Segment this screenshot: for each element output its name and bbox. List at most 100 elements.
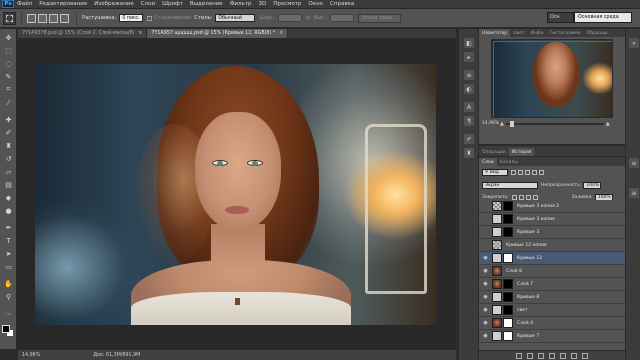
filter-adjustment-icon[interactable] (518, 169, 523, 175)
style-select[interactable]: Обычный (215, 14, 256, 22)
eye-icon[interactable]: ◉ (482, 281, 489, 288)
new-selection-icon[interactable] (27, 13, 36, 23)
layer-mask-thumbnail[interactable] (503, 227, 513, 237)
layer-mask-thumbnail[interactable] (503, 253, 513, 263)
menu-filter[interactable]: Фильтр (230, 1, 252, 7)
layer-row[interactable]: ◉ свет (479, 304, 625, 317)
layer-mask-thumbnail[interactable] (503, 214, 513, 224)
eye-icon[interactable]: ◉ (482, 320, 489, 327)
zoom-readout[interactable]: 14,96% (19, 353, 43, 358)
layer-row[interactable]: ◉ Слой 8 (479, 265, 625, 278)
history-panel-icon[interactable]: ◧ (464, 38, 474, 48)
zoom-out-icon[interactable]: ▲ (500, 121, 504, 127)
lock-pixels-icon[interactable] (518, 194, 524, 200)
layer-mask-thumbnail[interactable] (503, 318, 513, 328)
pen-icon[interactable]: ✒ (4, 223, 13, 232)
tab-document-2[interactable]: 7Y1A957 щщщщ.psd @ 15% (Кривые 12, RGB/8… (147, 29, 289, 38)
stamp-icon[interactable]: ♜ (4, 141, 13, 150)
zoom-slider-knob[interactable] (509, 120, 514, 127)
navigator-view-box[interactable] (493, 41, 612, 117)
panel-menu-icon[interactable]: ≡ (629, 158, 639, 168)
tab-navigator[interactable]: Навигатор (479, 29, 511, 37)
menu-edit[interactable]: Редактирование (39, 1, 87, 7)
tab-histogram[interactable]: Гистограмма (547, 29, 584, 37)
move-icon[interactable]: ✥ (4, 33, 13, 42)
layer-row[interactable]: ◉ Слой 7 (479, 278, 625, 291)
quick-select-icon[interactable]: ✎ (4, 72, 13, 81)
collapse-panels-icon[interactable]: « (629, 38, 639, 48)
actions-panel-icon[interactable]: ▸ (464, 52, 474, 62)
history-brush-icon[interactable]: ↺ (4, 154, 13, 163)
blur-icon[interactable]: ◆ (4, 193, 13, 202)
filter-shape-icon[interactable] (532, 169, 537, 175)
tab-color[interactable]: Цвет (510, 29, 528, 37)
link-layers-icon[interactable] (516, 352, 522, 359)
canvas-area[interactable] (18, 38, 456, 349)
menu-type[interactable]: Шрифт (162, 1, 183, 7)
lasso-icon[interactable]: ◌ (4, 59, 13, 68)
antialias-checkbox[interactable] (147, 15, 153, 21)
visibility-toggle[interactable] (482, 229, 489, 236)
subtract-selection-icon[interactable] (49, 13, 58, 23)
eye-icon[interactable]: ◉ (482, 294, 489, 301)
layer-mask-thumbnail[interactable] (503, 201, 513, 211)
portrait-photo[interactable] (35, 64, 436, 325)
new-adjustment-icon[interactable] (549, 352, 555, 359)
width-input[interactable] (278, 14, 303, 22)
tab-info[interactable]: Инфо (528, 29, 547, 37)
shape-icon[interactable]: ▭ (4, 262, 13, 271)
tab-document-1[interactable]: 7Y1A9378.psd @ 15% (Слой 2, Слой-маска/8… (18, 29, 148, 38)
more-tools-icon[interactable]: ⋯ (4, 309, 13, 318)
menu-help[interactable]: Справка (330, 1, 354, 7)
new-group-icon[interactable] (560, 352, 566, 359)
layer-style-icon[interactable] (527, 352, 533, 359)
feather-input[interactable]: 0 пикс. (119, 14, 144, 22)
filter-pixel-icon[interactable] (511, 169, 516, 175)
marquee-icon[interactable]: ⬚ (4, 46, 13, 55)
layer-row[interactable]: Кривые 3 копия (479, 213, 625, 226)
eye-icon[interactable]: ◉ (482, 307, 489, 314)
height-input[interactable] (330, 14, 355, 22)
character-panel-icon[interactable]: A (464, 102, 474, 112)
layer-filter-select[interactable]: ⚲ Вид (482, 168, 508, 176)
workspace-left-button[interactable]: Осн (547, 12, 574, 23)
layer-row[interactable]: Кривые 3 (479, 226, 625, 239)
trash-icon[interactable] (582, 352, 588, 359)
menu-3d[interactable]: 3D (258, 1, 266, 7)
path-select-icon[interactable]: ➤ (4, 249, 13, 258)
layer-row[interactable]: ◉ Слой 4 (479, 317, 625, 330)
adjustments-panel-icon[interactable]: ◐ (464, 84, 474, 94)
filter-type-icon[interactable] (525, 169, 530, 175)
tab-actions[interactable]: Операции (479, 148, 509, 156)
layer-mask-thumbnail[interactable] (503, 279, 513, 289)
tab-channels[interactable]: Каналы (497, 158, 521, 166)
menu-view[interactable]: Просмотр (273, 1, 301, 7)
blend-mode-select[interactable]: Экран (482, 181, 538, 189)
eye-icon[interactable]: ◉ (482, 268, 489, 275)
zoom-in-icon[interactable]: ▲ (606, 121, 610, 127)
layer-row-selected[interactable]: ◉ Кривые 12 (479, 252, 625, 265)
layer-row[interactable]: Кривые 3 копия 2 (479, 200, 625, 213)
layer-mask-thumbnail[interactable] (503, 331, 513, 341)
eye-icon[interactable]: ◉ (482, 333, 489, 340)
close-icon[interactable]: × (138, 31, 142, 36)
zoom-icon[interactable]: ⚲ (4, 292, 13, 301)
layer-row[interactable]: ◉ Кривые 7 (479, 330, 625, 343)
refine-edge-button[interactable]: Уточн. край... (358, 13, 401, 23)
dodge-icon[interactable]: ● (4, 206, 13, 215)
tab-swatches[interactable]: Образцы (584, 29, 611, 37)
clone-source-panel-icon[interactable]: ♜ (464, 148, 474, 158)
panel-menu-icon[interactable]: ≡ (629, 188, 639, 198)
crop-icon[interactable]: ⌗ (4, 85, 13, 94)
eye-icon[interactable]: ◉ (482, 255, 489, 262)
visibility-toggle[interactable] (482, 216, 489, 223)
gradient-icon[interactable]: ▤ (4, 180, 13, 189)
paragraph-panel-icon[interactable]: ¶ (464, 116, 474, 126)
eraser-icon[interactable]: ▱ (4, 167, 13, 176)
menu-window[interactable]: Окно (308, 1, 323, 7)
menu-layers[interactable]: Слои (141, 1, 155, 7)
visibility-toggle[interactable] (482, 242, 489, 249)
zoom-slider[interactable] (505, 120, 604, 127)
tool-preset-picker[interactable] (3, 11, 16, 25)
layer-row[interactable]: Кривые 12 копия (479, 239, 625, 252)
